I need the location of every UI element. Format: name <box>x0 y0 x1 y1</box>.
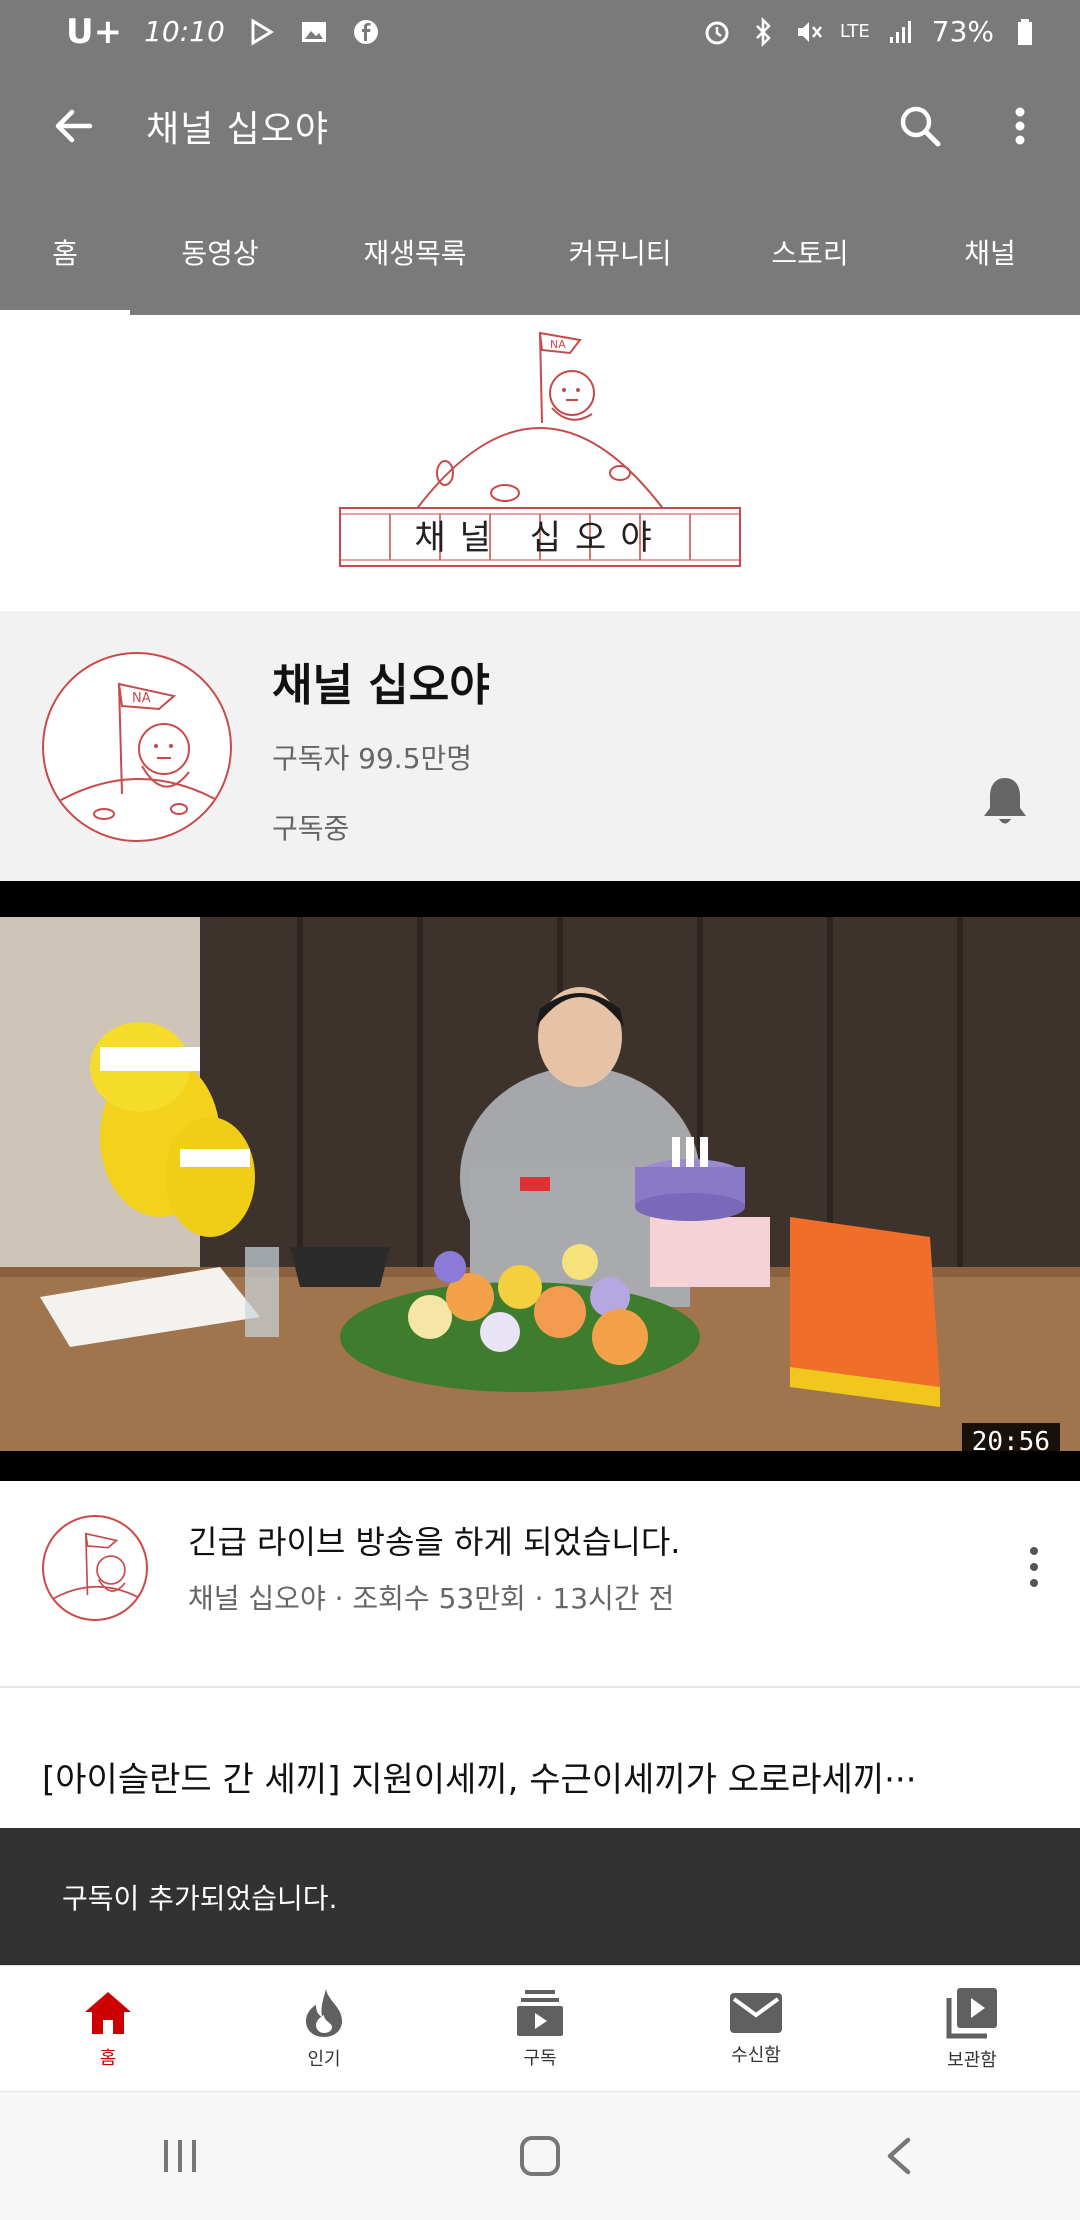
signal-icon <box>889 20 911 43</box>
inbox-icon <box>730 1993 782 2033</box>
battery-icon <box>1018 18 1032 45</box>
tab-videos[interactable]: 동영상 <box>130 189 310 315</box>
bell-icon <box>984 778 1026 824</box>
trending-icon <box>306 1989 342 2037</box>
video-thumbnail-image <box>0 917 1080 1451</box>
nav-inbox-label: 수신함 <box>731 2045 781 2066</box>
tab-channels[interactable]: 채널 <box>900 189 1080 315</box>
subscriptions-icon <box>517 1990 563 2036</box>
recent-apps-icon <box>164 2140 196 2172</box>
mute-icon <box>797 21 822 42</box>
nav-trending-label: 인기 <box>307 2049 341 2070</box>
tab-stories[interactable]: 스토리 <box>720 189 900 315</box>
more-vert-icon <box>1030 1547 1038 1587</box>
nav-library-label: 보관함 <box>947 2050 997 2071</box>
nav-inbox[interactable]: 수신함 <box>648 1966 864 2092</box>
arrow-back-icon <box>55 109 93 143</box>
video-more-button[interactable] <box>1012 1527 1056 1607</box>
alarm-icon <box>705 21 729 44</box>
network-label: LTE <box>839 21 870 42</box>
video-meta: 채널 십오야 · 조회수 53만회 · 13시간 전 <box>188 1582 675 1615</box>
page-title: 채널 십오야 <box>146 109 330 150</box>
home-square-icon <box>520 2136 560 2176</box>
play-store-icon <box>251 17 274 46</box>
notification-bell-button[interactable] <box>975 771 1035 831</box>
channel-avatar-icon: NA <box>53 682 225 820</box>
banner-logo-text: 채널 십오야 <box>414 518 665 558</box>
more-options-button[interactable] <box>980 86 1060 166</box>
recent-apps-button[interactable] <box>130 2106 230 2206</box>
nav-subscriptions-label: 구독 <box>523 2048 557 2069</box>
tab-playlists[interactable]: 재생목록 <box>310 189 520 315</box>
channel-banner: NA 채널 십오야 <box>0 315 1080 611</box>
video-thumbnail[interactable] <box>0 917 1080 1451</box>
video-channel-avatar[interactable] <box>42 1515 148 1621</box>
video-duration: 20:56 <box>961 1423 1060 1461</box>
nav-trending[interactable]: 인기 <box>216 1966 432 2092</box>
avatar-flag-text: NA <box>132 691 151 706</box>
featured-video-player[interactable]: 20:56 <box>0 881 1080 1481</box>
tab-community[interactable]: 커뮤니티 <box>520 189 720 315</box>
more-vert-icon <box>1015 107 1025 145</box>
channel-avatar[interactable]: NA <box>42 652 232 842</box>
carrier-label: U+ <box>66 11 123 52</box>
banner-flag-text: NA <box>550 338 566 351</box>
video-channel-avatar-icon <box>49 1532 145 1602</box>
channel-name: 채널 십오야 <box>272 660 490 711</box>
back-button[interactable] <box>34 86 114 166</box>
clock: 10:10 <box>144 15 225 48</box>
next-video-title[interactable]: [아이슬란드 간 세끼] 지원이세끼, 수근이세끼가 오로라세끼··· <box>42 1752 917 1801</box>
bluetooth-icon <box>755 16 771 47</box>
chevron-left-icon <box>887 2137 911 2175</box>
tab-home[interactable]: 홈 <box>0 189 130 315</box>
home-icon <box>85 1992 131 2034</box>
app-bar: 채널 십오야 <box>0 63 1080 189</box>
gallery-icon <box>301 21 326 42</box>
snackbar-message: 구독이 추가되었습니다. <box>62 1881 338 1915</box>
subscriber-count: 구독자 99.5만명 <box>272 742 473 775</box>
battery-label: 73% <box>931 15 994 48</box>
search-button[interactable] <box>880 86 960 166</box>
nav-home-label: 홈 <box>99 2048 117 2069</box>
home-system-button[interactable] <box>490 2106 590 2206</box>
subscribe-status-button[interactable]: 구독중 <box>272 807 349 847</box>
video-title[interactable]: 긴급 라이브 방송을 하게 되었습니다. <box>188 1517 680 1563</box>
channel-header: NA 채널 십오야 구독자 99.5만명 구독중 <box>0 611 1080 881</box>
library-icon <box>946 1988 997 2039</box>
system-navigation-bar <box>0 2091 1080 2220</box>
facebook-icon <box>353 19 378 44</box>
nav-home[interactable]: 홈 <box>0 1966 216 2092</box>
search-icon <box>900 106 941 147</box>
video-info: 긴급 라이브 방송을 하게 되었습니다. 채널 십오야 · 조회수 53만회 ·… <box>0 1481 1080 1687</box>
channel-tabs: 홈 동영상 재생목록 커뮤니티 스토리 채널 <box>0 189 1080 315</box>
bottom-navigation: 홈 인기 구독 수신함 보관함 <box>0 1965 1080 2091</box>
section-divider <box>0 1686 1080 1688</box>
nav-library[interactable]: 보관함 <box>864 1966 1080 2092</box>
snackbar: 구독이 추가되었습니다. <box>0 1828 1080 1965</box>
nav-subscriptions[interactable]: 구독 <box>432 1966 648 2092</box>
status-bar: U+ 10:10 LTE 73% <box>0 0 1080 63</box>
channel-logo-banner: NA 채널 십오야 <box>339 331 741 567</box>
back-system-button[interactable] <box>850 2106 950 2206</box>
